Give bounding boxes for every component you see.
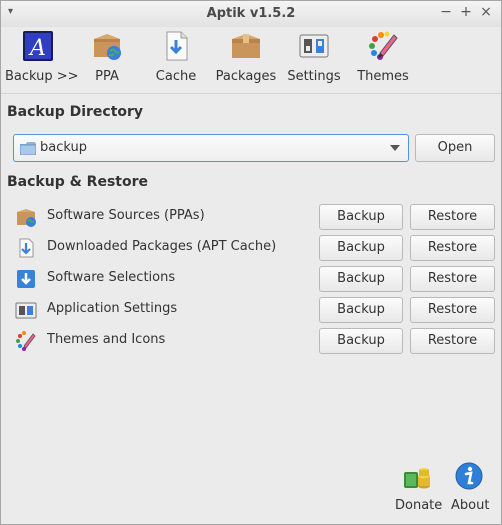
toolbar-backup-button[interactable]: A Backup >>: [5, 29, 79, 89]
download-arrow-icon: [19, 238, 34, 258]
toolbar-themes-button[interactable]: Themes: [357, 29, 409, 89]
toolbar-backup-label: Backup >>: [5, 69, 79, 84]
ppa-package-globe-icon: [94, 34, 121, 60]
minimize-button[interactable]: −: [438, 4, 454, 20]
backup-button-themes-and-icons[interactable]: Backup: [319, 328, 403, 354]
donate-label: Donate: [395, 498, 443, 513]
cache-download-icon: [166, 31, 188, 61]
settings-icon: [299, 34, 329, 58]
row-label-software-sources: Software Sources (PPAs): [47, 208, 205, 223]
restore-button-software-sources[interactable]: Restore: [410, 204, 495, 230]
about-label: About: [451, 498, 490, 513]
backup-button-application-settings[interactable]: Backup: [319, 297, 403, 323]
restore-button-downloaded-packages[interactable]: Restore: [410, 235, 495, 261]
toolbar-cache-button[interactable]: Cache: [153, 29, 199, 89]
themes-palette-icon: [16, 331, 36, 351]
maximize-button[interactable]: +: [458, 4, 474, 20]
restore-button-themes-and-icons[interactable]: Restore: [410, 328, 495, 354]
row-label-software-selections: Software Selections: [47, 270, 176, 285]
row-label-downloaded-packages: Downloaded Packages (APT Cache): [47, 239, 277, 254]
toolbar: A Backup >> PPA Cache Packages Settings …: [1, 27, 501, 91]
toolbar-settings-label: Settings: [287, 69, 341, 84]
backup-restore-heading: Backup & Restore: [7, 174, 148, 190]
toolbar-settings-button[interactable]: Settings: [287, 29, 341, 89]
toolbar-ppa-label: PPA: [95, 69, 119, 84]
chevron-down-icon: [390, 145, 400, 151]
backup-directory-heading: Backup Directory: [7, 104, 144, 120]
settings-icon: [15, 302, 37, 319]
backup-button-software-sources[interactable]: Backup: [319, 204, 403, 230]
svg-text:A: A: [28, 36, 46, 61]
toolbar-separator: [1, 93, 501, 94]
app-window: ▾ Aptik v1.5.2 − + × A Backup >> PPA Cac…: [0, 0, 502, 525]
packages-box-icon: [232, 34, 260, 58]
row-label-application-settings: Application Settings: [47, 301, 178, 316]
window-title: Aptik v1.5.2: [206, 6, 296, 21]
donate-coins-icon: [404, 468, 430, 489]
restore-button-application-settings[interactable]: Restore: [410, 297, 495, 323]
ppa-package-globe-icon: [17, 209, 36, 227]
folder-icon: [20, 142, 36, 155]
row-label-themes-and-icons: Themes and Icons: [47, 332, 166, 347]
toolbar-packages-label: Packages: [215, 69, 277, 84]
toolbar-themes-label: Themes: [357, 69, 409, 84]
themes-palette-icon: [369, 31, 398, 60]
restore-button-software-selections[interactable]: Restore: [410, 266, 495, 292]
toolbar-packages-button[interactable]: Packages: [215, 29, 277, 89]
title-bar: ▾ Aptik v1.5.2 − + ×: [1, 1, 501, 27]
toolbar-cache-label: Cache: [155, 69, 197, 84]
backup-icon: A: [23, 31, 53, 61]
backup-directory-select[interactable]: backup: [13, 134, 409, 162]
backup-button-downloaded-packages[interactable]: Backup: [319, 235, 403, 261]
open-button[interactable]: Open: [415, 134, 495, 162]
backup-button-software-selections[interactable]: Backup: [319, 266, 403, 292]
close-button[interactable]: ×: [478, 4, 494, 20]
toolbar-ppa-button[interactable]: PPA: [87, 29, 127, 89]
info-icon: [455, 462, 483, 490]
software-selection-icon: [17, 270, 35, 288]
backup-directory-value: backup: [40, 140, 87, 155]
